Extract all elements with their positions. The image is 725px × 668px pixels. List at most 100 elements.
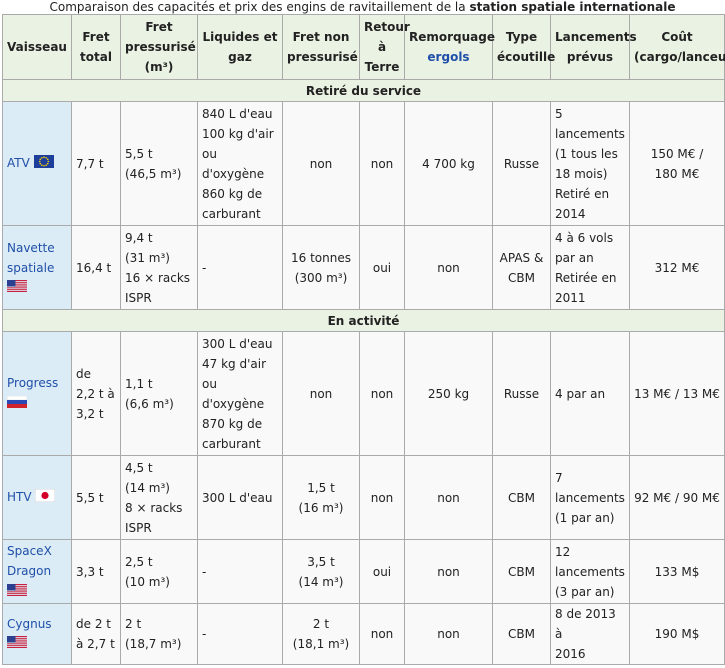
vessel-link-progress[interactable]: Progress	[7, 376, 58, 390]
cell-line: 3,2 t	[76, 406, 104, 421]
header-retour-terre[interactable]: Retour à Terre	[359, 14, 410, 80]
vessel-link-dragon[interactable]: SpaceX Dragon	[7, 541, 67, 581]
cell-htv-fret-press: 4,5 t (14 m³) 8 × racks ISPR	[120, 455, 198, 540]
cell-progress-fret-press: 1,1 t (6,6 m³)	[120, 331, 198, 456]
cell-line: carburant	[202, 206, 261, 221]
header-lancements[interactable]: Lancements prévus	[550, 14, 637, 80]
cell-navette-ecoutille: APAS & CBM	[492, 225, 551, 310]
cell-cygnus-liquides: -	[197, 603, 283, 665]
header-type-ecoutille[interactable]: Type écoutille	[492, 14, 555, 80]
cell-line: 2 t	[125, 617, 142, 631]
table-row-navette: Navette spatiale 16,4 t 9,4 t (31 m³) 16 × …	[2, 225, 725, 310]
caption-link-station[interactable]: station spatiale internationale	[469, 0, 675, 14]
cell-progress-remorquage: 250 kg	[404, 331, 493, 456]
cell-navette-remorquage: non	[404, 225, 493, 310]
cell-line: ou	[202, 146, 217, 161]
cell-dragon-lancements: 12 lancements (3 par an)	[550, 539, 630, 604]
cell-line: par an	[555, 250, 594, 265]
section-retired: Retiré du service	[2, 79, 725, 102]
cell-cygnus-fret-non-press: 2 t (18,1 m³)	[282, 603, 360, 665]
cell-navette-lancements: 4 à 6 vols par an Retirée en 2011	[550, 225, 630, 310]
cell-line: 5,5 t	[125, 146, 153, 161]
cell-line: 180 M€	[654, 166, 700, 181]
cell-atv-retour: non	[359, 101, 405, 226]
vessel-link-atv[interactable]: ATV	[7, 156, 30, 170]
cell-progress-lancements: 4 par an	[550, 331, 630, 456]
cell-cygnus-lancements: 8 de 2013 à 2016	[550, 603, 630, 665]
cell-line: (31 m³)	[125, 250, 170, 265]
cell-line: 16 tonnes	[291, 250, 351, 265]
cell-line: 9,4 t	[125, 230, 153, 245]
cell-line: (14 m³)	[125, 480, 170, 495]
header-vaisseau[interactable]: Vaisseau	[2, 14, 72, 80]
header-remorquage[interactable]: Remorquage ergols	[404, 14, 495, 80]
cell-line: lancements	[555, 564, 625, 579]
header-cout[interactable]: Coût (cargo/lanceur)	[629, 14, 725, 80]
cell-line: APAS &	[499, 250, 544, 265]
cell-line: 12	[555, 544, 571, 559]
cell-line: d'oxygène	[202, 396, 265, 411]
cell-line: à 2,7 t	[76, 637, 115, 651]
section-row-active: En activité	[2, 309, 725, 332]
cell-cygnus-remorquage: non	[404, 603, 493, 665]
cell-line: ISPR	[125, 520, 152, 535]
cell-atv-lancements: 5 lancements (1 tous les 18 mois) Retiré en 2…	[550, 101, 630, 226]
cell-cygnus-ecoutille: CBM	[492, 603, 551, 665]
cell-line: 4,5 t	[125, 460, 153, 475]
cell-htv-retour: non	[359, 455, 405, 540]
cell-line: 8 de 2013 à	[555, 607, 616, 641]
header-ergols-link[interactable]: ergols	[427, 50, 469, 64]
header-fret-total[interactable]: Fret total	[71, 14, 121, 80]
cell-cygnus-cout: 190 M$	[629, 603, 725, 665]
vessel-link-htv[interactable]: HTV	[7, 490, 32, 504]
cell-line: (46,5 m³)	[125, 166, 182, 181]
cell-line: Retiré en	[555, 186, 610, 201]
vessel-link-navette[interactable]: Navette spatiale	[7, 238, 67, 278]
cell-line: 5	[555, 106, 563, 121]
header-fret-non-pressurise[interactable]: Fret non pressurisé	[282, 14, 360, 80]
table-caption: Comparaison des capacités et prix des en…	[0, 0, 725, 14]
table-row-cygnus: Cygnus de 2 t à 2,7 t 2 t (18,7 m³) - 2 t (…	[2, 603, 725, 665]
cell-line: Dragon	[7, 564, 52, 579]
cell-atv-fret-total: 7,7 t	[71, 101, 121, 226]
cell-line: (6,6 m³)	[125, 396, 174, 411]
cell-line: (18,1 m³)	[292, 637, 350, 651]
cell-line: (1 tous les	[555, 146, 618, 161]
cell-dragon-liquides: -	[197, 539, 283, 604]
cell-htv-lancements: 7 lancements (1 par an)	[550, 455, 630, 540]
cell-line: 300 L d'eau	[202, 336, 273, 351]
caption-text: Comparaison des capacités et prix des en…	[49, 0, 470, 14]
cell-line: 100 kg d'air	[202, 126, 274, 141]
vessel-htv: HTV	[2, 455, 72, 540]
cell-line: 1,5 t	[307, 480, 335, 495]
section-row-retired: Retiré du service	[2, 79, 725, 102]
cell-line: 7	[555, 470, 563, 485]
cell-line: 2014	[555, 206, 586, 221]
table-row-htv: HTV 5,5 t 4,5 t (14 m³) 8 × racks ISPR 300 …	[2, 455, 725, 540]
table-row-dragon: SpaceX Dragon 3,3 t 2,5 t (10 m³) - 3,5 t (…	[2, 539, 725, 604]
cell-navette-fret-non-press: 16 tonnes (300 m³)	[282, 225, 360, 310]
vessel-link-cygnus[interactable]: Cygnus	[7, 617, 52, 631]
cell-progress-liquides: 300 L d'eau 47 kg d'air ou d'oxygène 870 kg …	[197, 331, 283, 456]
cell-dragon-fret-press: 2,5 t (10 m³)	[120, 539, 198, 604]
table-row-atv: ATV 7,7 t 5,5 t (46,5 m³) 840 L d'eau 100 …	[2, 101, 725, 226]
cell-cygnus-fret-total: de 2 t à 2,7 t	[71, 603, 121, 665]
cell-progress-fret-total: de 2,2 t à 3,2 t	[71, 331, 121, 456]
cell-line: (10 m³)	[125, 574, 170, 589]
header-fret-pressurise[interactable]: Fret pressurisé (m³)	[120, 14, 198, 80]
cell-atv-liquides: 840 L d'eau 100 kg d'air ou d'oxygène 860 kg…	[197, 101, 283, 226]
cell-htv-cout: 92 M€ / 90 M€	[629, 455, 725, 540]
cell-htv-ecoutille: CBM	[492, 455, 551, 540]
cell-htv-fret-total: 5,5 t	[71, 455, 121, 540]
cell-line: 2016	[555, 647, 586, 661]
cell-line: 860 kg de	[202, 186, 263, 201]
cell-htv-fret-non-press: 1,5 t (16 m³)	[282, 455, 360, 540]
cell-line: Retirée en	[555, 270, 617, 285]
cell-line: carburant	[202, 436, 261, 451]
comparison-table: Vaisseau Fret total Fret pressurisé (m³)…	[2, 14, 725, 665]
cell-line: Navette	[7, 240, 55, 255]
header-liquides-gaz[interactable]: Liquides et gaz	[197, 14, 283, 80]
cell-dragon-fret-non-press: 3,5 t (14 m³)	[282, 539, 360, 604]
us-flag-icon	[7, 634, 27, 654]
eu-flag-icon	[33, 154, 54, 174]
